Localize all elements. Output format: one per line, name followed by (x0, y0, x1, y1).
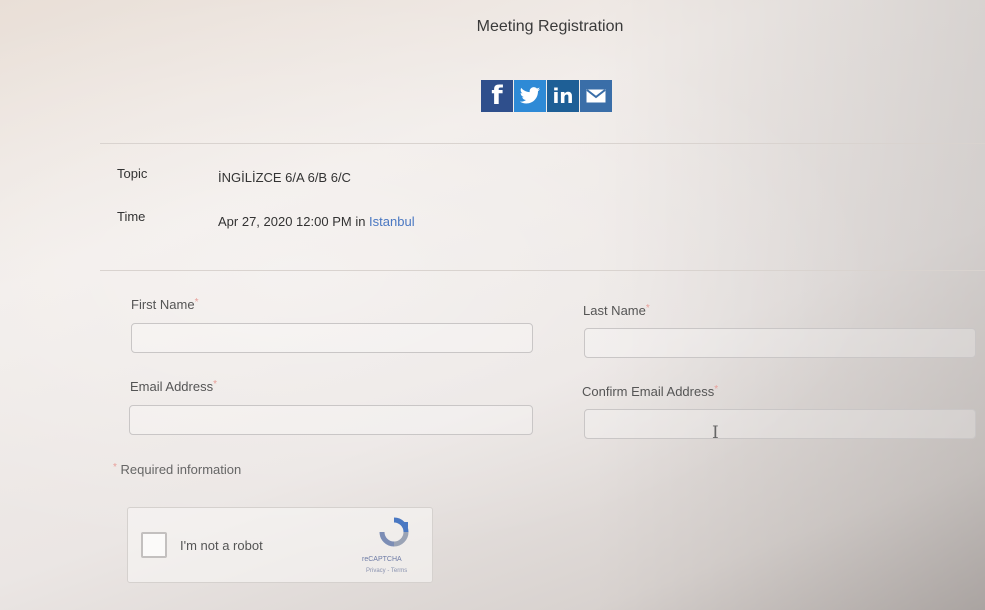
email-share-button[interactable] (580, 80, 612, 112)
linkedin-share-button[interactable]: in (547, 80, 579, 112)
recaptcha-widget: I'm not a robot reCAPTCHA Privacy - Term… (127, 507, 433, 583)
required-asterisk: * (194, 297, 199, 308)
linkedin-icon: in (552, 84, 574, 108)
required-asterisk: * (645, 303, 650, 314)
time-label: Time (117, 209, 146, 224)
last-name-input[interactable] (584, 328, 976, 358)
confirm-email-label: Confirm Email Address* (582, 384, 718, 399)
info-divider (100, 270, 985, 271)
first-name-label-text: First Name (131, 297, 195, 312)
page-title: Meeting Registration (476, 18, 624, 35)
recaptcha-brand: reCAPTCHA (362, 556, 402, 563)
header-divider (100, 143, 985, 144)
first-name-label: First Name* (131, 297, 198, 312)
required-info-text: Required information (120, 462, 242, 477)
required-asterisk: * (714, 384, 719, 395)
first-name-input[interactable] (131, 323, 533, 353)
confirm-email-input[interactable] (584, 409, 976, 439)
recaptcha-label: I'm not a robot (180, 538, 263, 553)
share-bar: f in (481, 80, 612, 112)
facebook-share-button[interactable]: f (481, 80, 513, 112)
last-name-label: Last Name* (583, 303, 650, 318)
recaptcha-checkbox[interactable] (141, 532, 167, 558)
required-asterisk: * (213, 379, 217, 390)
facebook-icon: f (491, 81, 503, 111)
recaptcha-logo-icon (379, 517, 409, 547)
required-info: * Required information (113, 462, 241, 477)
time-value: Apr 27, 2020 12:00 PM in (218, 214, 370, 229)
time-value-row: Apr 27, 2020 12:00 PM in Istanbul (218, 214, 415, 229)
confirm-email-label-text: Confirm Email Address (582, 384, 715, 399)
email-input[interactable] (129, 405, 533, 435)
email-icon (586, 89, 606, 103)
topic-value: İNGİLİZCE 6/A 6/B 6/C (218, 170, 351, 185)
twitter-share-button[interactable] (514, 80, 546, 112)
topic-label: Topic (117, 166, 148, 181)
email-label-text: Email Address (130, 379, 214, 394)
email-label: Email Address* (130, 379, 217, 394)
last-name-label-text: Last Name (583, 303, 646, 318)
required-asterisk: * (113, 462, 117, 473)
timezone-link[interactable]: Istanbul (369, 214, 415, 229)
twitter-icon (519, 87, 541, 104)
recaptcha-terms-link[interactable]: Privacy - Terms (366, 568, 407, 574)
text-cursor-icon: I (712, 423, 719, 443)
